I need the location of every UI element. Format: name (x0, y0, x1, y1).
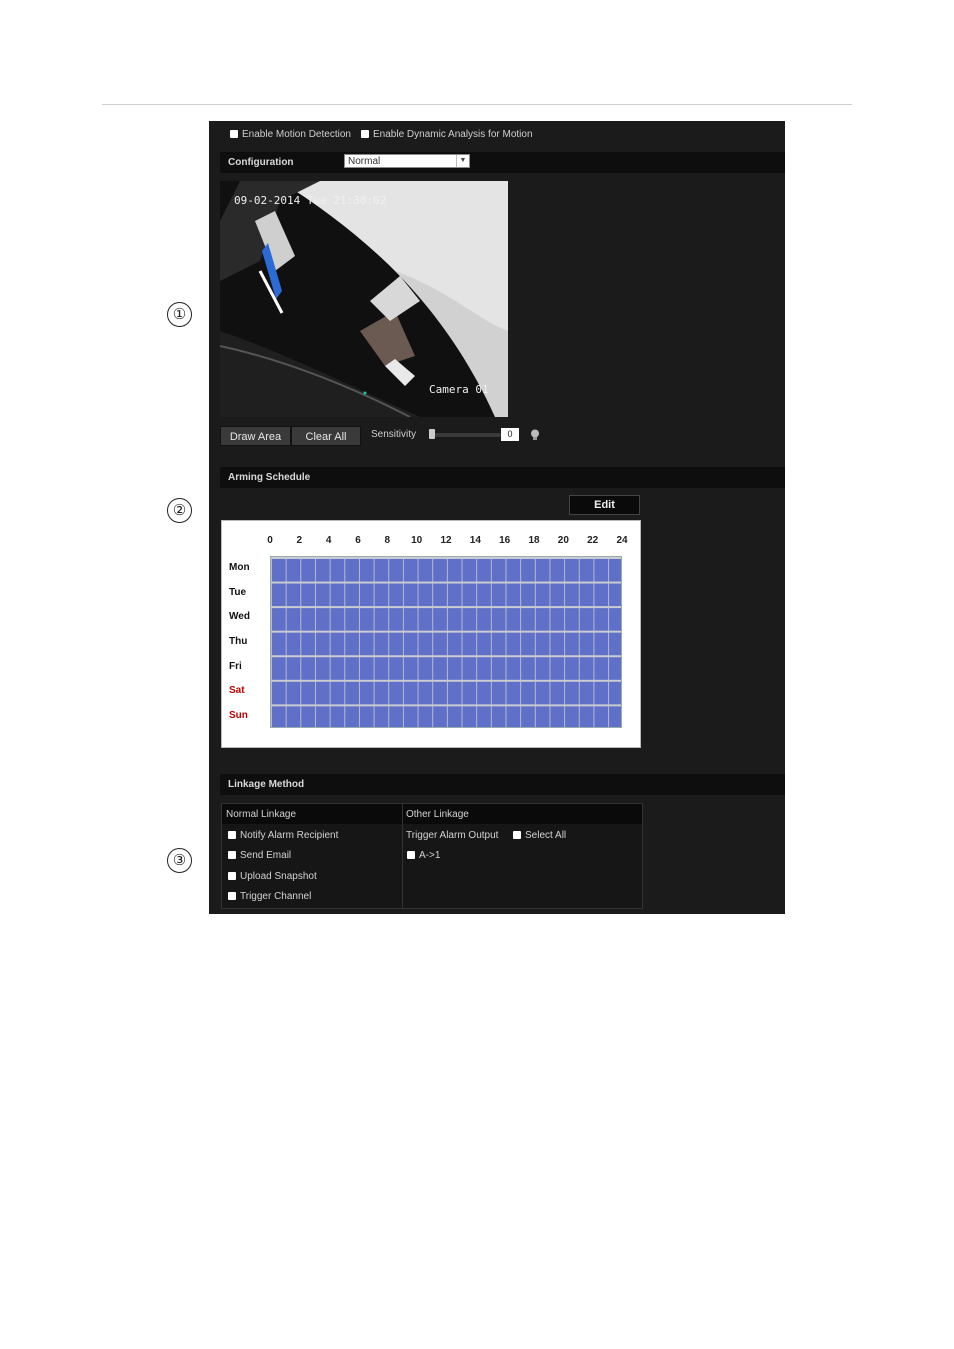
day-label-wed: Wed (229, 611, 250, 623)
hour-label: 16 (499, 535, 511, 546)
hour-label: 24 (616, 535, 628, 546)
hour-label: 12 (440, 535, 452, 546)
linkage-divider (402, 804, 403, 908)
hour-label: 0 (267, 535, 273, 546)
hour-label: 10 (411, 535, 423, 546)
enable-motion-detection-label: Enable Motion Detection (242, 129, 351, 140)
linkage-box: Normal Linkage Other Linkage Notify Alar… (221, 803, 643, 909)
hour-label: 6 (355, 535, 361, 546)
sensitivity-value[interactable]: 0 (501, 428, 519, 441)
output-a1-checkbox[interactable] (407, 851, 415, 860)
trigger-channel-label: Trigger Channel (240, 891, 312, 902)
day-label-thu: Thu (229, 636, 248, 647)
configuration-label: Configuration (228, 157, 294, 168)
enable-motion-detection-checkbox[interactable] (230, 130, 238, 139)
lightbulb-icon (530, 429, 540, 445)
select-all-option[interactable]: Select All (513, 830, 566, 841)
edit-schedule-button[interactable]: Edit (569, 495, 640, 515)
callout-2: ② (167, 498, 192, 523)
send-email-checkbox[interactable] (228, 851, 236, 860)
configuration-bar: Configuration Normal ▼ (220, 152, 785, 173)
send-email-option[interactable]: Send Email (228, 850, 291, 861)
day-label-fri: Fri (229, 660, 242, 672)
motion-detection-panel: Enable Motion Detection Enable Dynamic A… (209, 121, 785, 914)
normal-linkage-header: Normal Linkage (226, 809, 297, 820)
upload-snapshot-label: Upload Snapshot (240, 871, 317, 882)
callout-1: ① (167, 302, 192, 327)
schedule-table: 0 2 4 6 8 10 12 14 16 18 20 22 24 Mon Tue Wed Thu Fri Sat… (221, 520, 641, 748)
output-a1-option[interactable]: A->1 (407, 850, 440, 861)
trigger-channel-checkbox[interactable] (228, 892, 236, 901)
day-label-sat: Sat (229, 685, 245, 697)
notify-alarm-recipient-option[interactable]: Notify Alarm Recipient (228, 830, 338, 841)
select-all-label: Select All (525, 830, 567, 841)
day-label-tue: Tue (229, 586, 247, 598)
sensitivity-slider[interactable] (429, 429, 501, 439)
notify-alarm-recipient-label: Notify Alarm Recipient (240, 830, 339, 841)
upload-snapshot-checkbox[interactable] (228, 872, 236, 881)
other-linkage-header: Other Linkage (406, 809, 469, 820)
trigger-channel-option[interactable]: Trigger Channel (228, 891, 311, 902)
video-preview[interactable]: 09-02-2014 Tue 21:30:02 Camera 01 (220, 181, 508, 417)
linkage-method-bar: Linkage Method (220, 774, 785, 795)
clear-all-button[interactable]: Clear All (291, 426, 361, 446)
camera-scene-image (220, 181, 508, 417)
schedule-grid[interactable] (270, 556, 622, 728)
enable-dynamic-analysis-label: Enable Dynamic Analysis for Motion (373, 129, 533, 140)
callout-3: ③ (167, 848, 192, 873)
enable-dynamic-analysis-checkbox[interactable] (361, 130, 369, 139)
linkage-method-title: Linkage Method (228, 779, 305, 790)
sensitivity-label: Sensitivity (371, 429, 417, 440)
hour-label: 8 (384, 535, 391, 546)
hour-label: 14 (469, 535, 481, 546)
select-all-checkbox[interactable] (513, 831, 521, 840)
video-timestamp: 09-02-2014 Tue 21:30:02 (234, 194, 387, 207)
chevron-down-icon: ▼ (456, 155, 469, 167)
output-a1-label: A->1 (419, 850, 441, 861)
trigger-alarm-output-label: Trigger Alarm Output (406, 830, 499, 841)
configuration-selected-value: Normal (348, 156, 381, 167)
configuration-select[interactable]: Normal ▼ (344, 154, 470, 168)
hour-label: 20 (557, 535, 569, 546)
notify-alarm-recipient-checkbox[interactable] (228, 831, 236, 840)
send-email-label: Send Email (240, 850, 292, 861)
day-label-sun: Sun (229, 709, 248, 721)
hour-label: 2 (296, 535, 303, 546)
arming-schedule-title: Arming Schedule (228, 472, 311, 483)
day-label-mon: Mon (229, 562, 250, 574)
enable-dynamic-analysis-option[interactable]: Enable Dynamic Analysis for Motion (361, 129, 533, 140)
draw-area-button[interactable]: Draw Area (220, 426, 291, 446)
sensitivity-slider-handle[interactable] (429, 429, 435, 439)
hour-label: 4 (325, 535, 332, 546)
hour-label: 22 (587, 535, 599, 546)
hour-label: 18 (528, 535, 540, 546)
video-camera-name: Camera 01 (429, 383, 489, 396)
header-rule (102, 104, 852, 105)
enable-motion-detection-option[interactable]: Enable Motion Detection (230, 129, 351, 140)
arming-schedule-bar: Arming Schedule (220, 467, 785, 488)
upload-snapshot-option[interactable]: Upload Snapshot (228, 871, 317, 882)
